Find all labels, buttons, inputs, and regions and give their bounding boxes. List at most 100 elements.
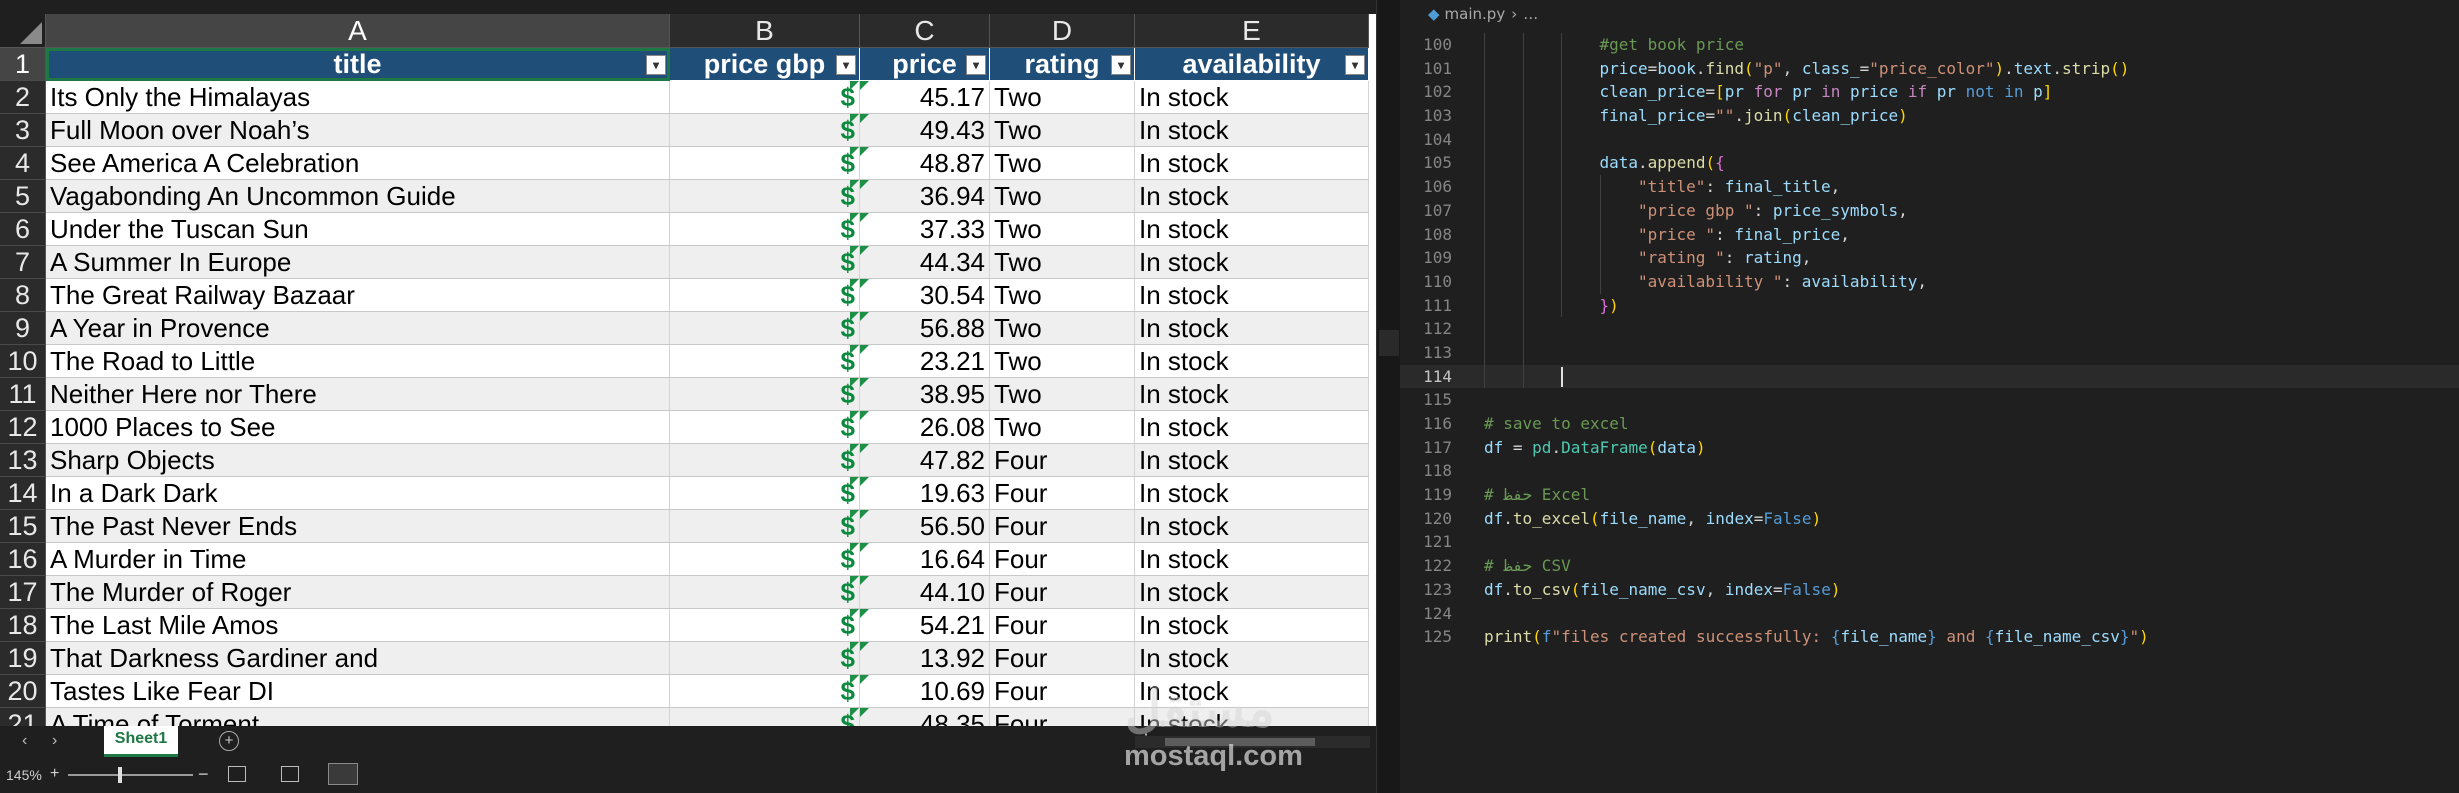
cell-rating[interactable]: Four	[989, 608, 1135, 642]
page-layout-view-icon[interactable]	[281, 766, 299, 782]
cell-availability[interactable]: In stock	[1134, 608, 1369, 642]
cell-price-gbp[interactable]: $	[669, 80, 860, 114]
cell-title[interactable]: That Darkness Gardiner and	[45, 641, 670, 675]
cell-availability[interactable]: In stock	[1134, 377, 1369, 411]
code-line[interactable]: 124	[1400, 602, 2459, 626]
code-line[interactable]: 115	[1400, 388, 2459, 412]
row-header[interactable]: 15	[0, 509, 46, 543]
row-header[interactable]: 20	[0, 674, 46, 708]
cell-price[interactable]: 54.21	[859, 608, 990, 642]
code-line[interactable]: 119 # حفظ Excel	[1400, 483, 2459, 507]
cell-rating[interactable]: Two	[989, 377, 1135, 411]
cell-price-gbp[interactable]: $	[669, 311, 860, 345]
cell-rating[interactable]: Four	[989, 476, 1135, 510]
cell-availability[interactable]: In stock	[1134, 443, 1369, 477]
row-header[interactable]: 13	[0, 443, 46, 477]
filter-dropdown-icon[interactable]: ▾	[1345, 55, 1365, 75]
cell-title[interactable]: Neither Here nor There	[45, 377, 670, 411]
code-line[interactable]: 101 price=book.find("p", class_="price_co…	[1400, 56, 2459, 81]
cell-title[interactable]: The Murder of Roger	[45, 575, 670, 609]
cell-availability[interactable]: In stock	[1134, 344, 1369, 378]
row-header[interactable]: 11	[0, 377, 46, 411]
code-line[interactable]: 113	[1400, 340, 2459, 365]
cell-title[interactable]: Under the Tuscan Sun	[45, 212, 670, 246]
filter-dropdown-icon[interactable]: ▾	[646, 55, 666, 75]
cell-price-gbp[interactable]: $	[669, 278, 860, 312]
cell-price-gbp[interactable]: $	[669, 179, 860, 213]
next-sheet-arrow-icon[interactable]: ›	[52, 732, 57, 750]
cell-price-gbp[interactable]: $	[669, 410, 860, 444]
cell-title[interactable]: A Murder in Time	[45, 542, 670, 576]
cell-availability[interactable]: In stock	[1134, 575, 1369, 609]
cell-price[interactable]: 48.35	[859, 707, 990, 726]
filter-dropdown-icon[interactable]: ▾	[1111, 55, 1131, 75]
cell-availability[interactable]: In stock	[1134, 245, 1369, 279]
code-line[interactable]: 109 "rating ": rating,	[1400, 246, 2459, 270]
cell-title[interactable]: Its Only the Himalayas	[45, 80, 670, 114]
cell-availability[interactable]: In stock	[1134, 146, 1369, 180]
cell-rating[interactable]: Two	[989, 278, 1135, 312]
cell-availability[interactable]: In stock	[1134, 212, 1369, 246]
code-line[interactable]: 102 clean_price=[pr for pr in price if pr…	[1400, 80, 2459, 105]
cell-title[interactable]: 1000 Places to See	[45, 410, 670, 444]
cell-availability[interactable]: In stock	[1134, 641, 1369, 675]
cell-title[interactable]: Tastes Like Fear DI	[45, 674, 670, 708]
spreadsheet-grid[interactable]: A B C D E 1 title ▾ price gbp ▾ price ▾ rat…	[0, 14, 1376, 726]
cell-rating[interactable]: Two	[989, 311, 1135, 345]
code-area[interactable]: 100 #get book price 101 price=book.find("p"…	[1400, 33, 2459, 649]
header-cell-title[interactable]: title ▾	[45, 47, 670, 81]
cell-title[interactable]: A Summer In Europe	[45, 245, 670, 279]
cell-rating[interactable]: Four	[989, 707, 1135, 726]
row-header[interactable]: 16	[0, 542, 46, 576]
add-sheet-icon[interactable]: +	[219, 731, 239, 751]
prev-sheet-arrow-icon[interactable]: ‹	[22, 732, 27, 750]
zoom-out-icon[interactable]: −	[198, 764, 209, 785]
cell-rating[interactable]: Two	[989, 179, 1135, 213]
code-line[interactable]: 117 df = pd.DataFrame(data)	[1400, 436, 2459, 460]
code-line[interactable]: 111})	[1400, 293, 2459, 318]
cell-title[interactable]: Vagabonding An Uncommon Guide	[45, 179, 670, 213]
cell-price[interactable]: 13.92	[859, 641, 990, 675]
code-line[interactable]: 122 # حفظ CSV	[1400, 554, 2459, 578]
row-header[interactable]: 17	[0, 575, 46, 609]
cell-availability[interactable]: In stock	[1134, 476, 1369, 510]
code-line[interactable]: 103 final_price="".join(clean_price)	[1400, 104, 2459, 128]
breadcrumb[interactable]: ◆ main.py ›…	[1428, 5, 1538, 23]
cell-price-gbp[interactable]: $	[669, 476, 860, 510]
cell-rating[interactable]: Four	[989, 509, 1135, 543]
select-all-corner[interactable]	[0, 14, 46, 48]
cell-price-gbp[interactable]: $	[669, 212, 860, 246]
code-line[interactable]: 110 "availability ": availability,	[1400, 269, 2459, 294]
zoom-slider[interactable]	[68, 774, 193, 776]
header-cell-availability[interactable]: availability ▾	[1134, 47, 1369, 81]
column-header-d[interactable]: D	[989, 14, 1135, 48]
cell-rating[interactable]: Four	[989, 641, 1135, 675]
zoom-slider-thumb[interactable]	[118, 767, 122, 783]
cell-price-gbp[interactable]: $	[669, 542, 860, 576]
code-line[interactable]: 100 #get book price	[1400, 33, 2459, 57]
cell-price[interactable]: 26.08	[859, 410, 990, 444]
sheet-tab[interactable]: Sheet1	[104, 726, 178, 757]
column-header-b[interactable]: B	[669, 14, 860, 48]
cell-title[interactable]: Sharp Objects	[45, 443, 670, 477]
header-cell-rating[interactable]: rating ▾	[989, 47, 1135, 81]
code-line[interactable]: 118	[1400, 459, 2459, 483]
header-cell-price-gbp[interactable]: price gbp ▾	[669, 47, 860, 81]
column-header-a[interactable]: A	[45, 14, 670, 48]
cell-price[interactable]: 37.33	[859, 212, 990, 246]
zoom-level[interactable]: 145%	[6, 767, 42, 783]
cell-price[interactable]: 10.69	[859, 674, 990, 708]
row-header[interactable]: 3	[0, 113, 46, 147]
row-header[interactable]: 12	[0, 410, 46, 444]
cell-title[interactable]: In a Dark Dark	[45, 476, 670, 510]
code-line[interactable]: 120 df.to_excel(file_name, index=False)	[1400, 507, 2459, 531]
cell-price[interactable]: 49.43	[859, 113, 990, 147]
normal-view-icon[interactable]	[228, 766, 246, 782]
cell-rating[interactable]: Two	[989, 212, 1135, 246]
cell-title[interactable]: Full Moon over Noah’s	[45, 113, 670, 147]
cell-title[interactable]: See America A Celebration	[45, 146, 670, 180]
cell-price[interactable]: 19.63	[859, 476, 990, 510]
cell-rating[interactable]: Four	[989, 575, 1135, 609]
cell-availability[interactable]: In stock	[1134, 278, 1369, 312]
cell-price-gbp[interactable]: $	[669, 509, 860, 543]
